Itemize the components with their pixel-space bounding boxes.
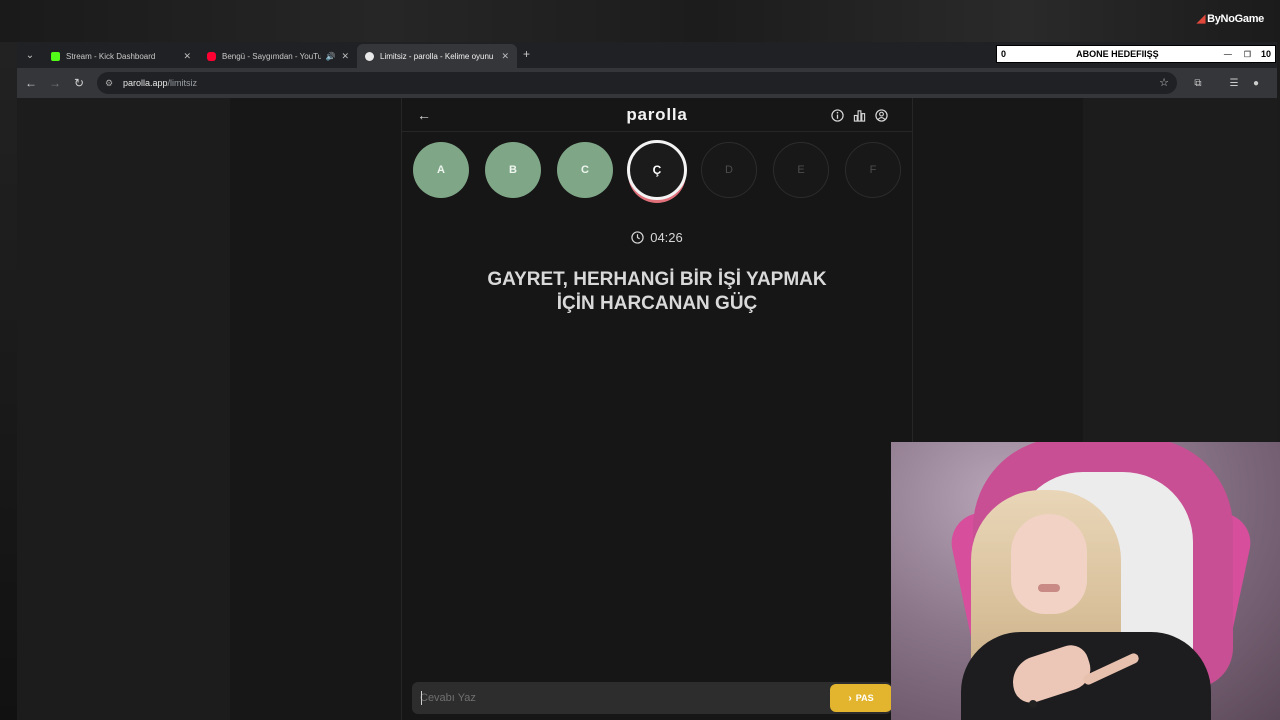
tab-kick-dashboard[interactable]: Stream - Kick Dashboard ✕ — [43, 44, 199, 68]
audio-playing-icon[interactable]: 🔊 — [325, 52, 335, 61]
letter-label: C — [581, 164, 589, 176]
pass-button[interactable]: › PAS — [830, 684, 892, 712]
tab-title: Limitsiz - parolla - Kelime oyunu — [380, 51, 494, 61]
game-panel: ← parolla A B C Ç D E F 04:26 GAYRET, HE… — [401, 98, 913, 720]
forward-arrow-icon[interactable]: → — [47, 75, 63, 91]
letter-label: B — [509, 164, 517, 176]
close-tab-icon[interactable]: ✕ — [183, 51, 191, 62]
question-text: GAYRET, HERHANGİ BİR İŞİ YAPMAK İÇİN HAR… — [442, 268, 872, 316]
tab-search-chevron-icon[interactable]: ⌄ — [23, 48, 37, 62]
close-tab-icon[interactable]: ✕ — [341, 51, 349, 62]
timer-value: 04:26 — [650, 230, 683, 245]
letter-circle-b: B — [485, 142, 541, 198]
extensions-puzzle-icon[interactable]: ⧉ — [1191, 76, 1205, 90]
letter-label: F — [869, 164, 877, 176]
brand-mark-icon: ◢ — [1196, 13, 1206, 25]
question-line-2: İÇİN HARCANAN GÜÇ — [556, 293, 758, 314]
letter-circle-c-cedilla-current: Ç — [627, 140, 687, 200]
letter-circle-f: F — [845, 142, 901, 198]
game-header: ← parolla — [402, 98, 912, 132]
address-bar[interactable]: ⚙ parolla.app/limitsiz ☆ — [97, 72, 1177, 94]
letter-circle-e: E — [773, 142, 829, 198]
site-info-icon[interactable]: ⚙ — [105, 78, 117, 89]
minimize-icon[interactable]: — — [1224, 50, 1232, 59]
tab-title: Bengü - Saygımdan - YouTu — [222, 51, 322, 61]
parolla-favicon-icon — [365, 51, 374, 61]
tab-youtube[interactable]: Bengü - Saygımdan - YouTu 🔊 ✕ — [199, 44, 357, 68]
goal-target: 10 — [1260, 49, 1271, 59]
url-text[interactable]: parolla.app/limitsiz — [123, 78, 197, 88]
bookmark-star-icon[interactable]: ☆ — [1159, 76, 1169, 89]
kick-favicon-icon — [51, 51, 60, 61]
back-arrow-icon[interactable]: ← — [23, 75, 39, 91]
tab-title: Stream - Kick Dashboard — [66, 51, 156, 61]
webcam-overlay — [891, 442, 1280, 720]
stream-background-left — [0, 42, 17, 720]
streamer-nail — [1029, 700, 1037, 708]
question-line-1: GAYRET, HERHANGİ BİR İŞİ YAPMAK — [487, 269, 827, 290]
goal-label: ABONE HEDEFIIŞŞ — [1076, 49, 1159, 59]
tab-strip: ⌄ Stream - Kick Dashboard ✕ Bengü - Sayg… — [17, 42, 1277, 68]
url-host: parolla.app — [123, 78, 168, 88]
url-path: /limitsiz — [167, 78, 198, 88]
media-queue-icon[interactable]: ☰ — [1227, 76, 1241, 90]
letter-progress-row: A B C Ç D E F — [402, 140, 912, 206]
stream-background-top — [0, 0, 1280, 42]
browser-toolbar: ← → ↻ ⚙ parolla.app/limitsiz ☆ ⧉ ☰ ● — [17, 68, 1277, 98]
clock-icon — [631, 231, 644, 244]
letter-label: E — [797, 164, 805, 176]
letter-label: D — [725, 164, 733, 176]
goal-current: 0 — [1001, 49, 1007, 59]
subscriber-goal-widget: 0 ABONE HEDEFIIŞŞ — ❐ 10 — [996, 45, 1276, 63]
stream-brand-logo: ◢ ByNoGame — [1197, 12, 1264, 25]
restore-icon[interactable]: ❐ — [1244, 50, 1251, 59]
user-profile-icon[interactable] — [874, 108, 888, 122]
answer-bar: › PAS — [412, 682, 892, 714]
tab-parolla[interactable]: Limitsiz - parolla - Kelime oyunu ✕ — [357, 44, 517, 68]
streamer-lips — [1038, 584, 1060, 592]
stats-chart-icon[interactable] — [852, 108, 866, 122]
close-tab-icon[interactable]: ✕ — [501, 51, 509, 62]
brand-text: ByNoGame — [1207, 13, 1264, 25]
new-tab-plus-icon[interactable]: + — [523, 47, 530, 61]
answer-input[interactable] — [420, 687, 820, 709]
reload-icon[interactable]: ↻ — [71, 75, 87, 91]
chevron-right-icon: › — [848, 692, 852, 704]
letter-circle-d: D — [701, 142, 757, 198]
pass-label: PAS — [855, 693, 874, 703]
youtube-favicon-icon — [207, 51, 216, 61]
streamer-face — [1011, 514, 1087, 614]
letter-circle-c: C — [557, 142, 613, 198]
letter-label: Ç — [652, 163, 662, 177]
countdown-timer: 04:26 — [402, 230, 912, 245]
letter-label: A — [437, 164, 445, 176]
profile-icon[interactable]: ● — [1249, 76, 1263, 90]
info-icon[interactable] — [830, 108, 844, 122]
letter-circle-a: A — [413, 142, 469, 198]
text-caret — [421, 691, 422, 705]
